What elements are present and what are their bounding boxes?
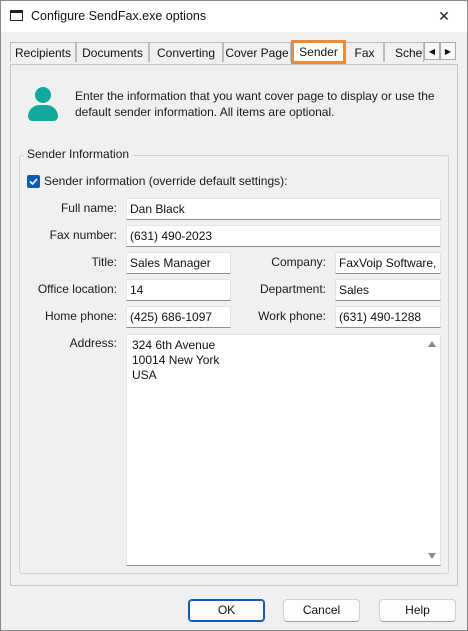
fax-number-label: Fax number: — [49, 228, 117, 242]
cancel-button[interactable]: Cancel — [283, 599, 360, 622]
title-field[interactable]: Sales Manager — [126, 252, 231, 274]
group-label: Sender Information — [24, 147, 133, 161]
close-button[interactable]: ✕ — [421, 1, 467, 32]
title-label: Title: — [91, 255, 117, 269]
tab-fax[interactable]: Fax — [346, 42, 384, 62]
address-label: Address: — [69, 336, 117, 350]
scroll-up-arrow-icon[interactable] — [428, 341, 436, 347]
address-scrollbar[interactable] — [424, 335, 440, 565]
checkmark-icon — [29, 178, 38, 186]
ok-button[interactable]: OK — [188, 599, 265, 622]
department-field[interactable]: Sales — [335, 279, 441, 301]
tab-documents[interactable]: Documents — [76, 42, 149, 62]
tab-schedule[interactable]: Sche — [384, 42, 424, 62]
department-label: Department: — [259, 282, 326, 296]
address-line: 324 6th Avenue — [132, 338, 216, 352]
office-location-field[interactable]: 14 — [126, 279, 231, 301]
window-title: Configure SendFax.exe options — [31, 9, 207, 23]
work-phone-field[interactable]: (631) 490-1288 — [335, 306, 441, 328]
tab-cover-page[interactable]: Cover Page — [223, 42, 291, 62]
options-dialog: Configure SendFax.exe options ✕ Recipien… — [0, 0, 468, 631]
override-checkbox-label: Sender information (override default set… — [44, 174, 288, 188]
override-checkbox[interactable] — [27, 175, 40, 188]
help-button[interactable]: Help — [379, 599, 456, 622]
home-phone-field[interactable]: (425) 686-1097 — [126, 306, 231, 328]
info-text: Enter the information that you want cove… — [75, 89, 435, 119]
tab-converting[interactable]: Converting — [149, 42, 223, 62]
work-phone-label: Work phone: — [258, 309, 326, 323]
tab-recipients[interactable]: Recipients — [10, 42, 76, 62]
address-line: USA — [132, 368, 157, 382]
company-field[interactable]: FaxVoip Software, L — [335, 252, 441, 274]
office-location-label: Office location: — [37, 282, 117, 296]
full-name-field[interactable]: Dan Black — [126, 198, 441, 220]
full-name-label: Full name: — [60, 201, 117, 215]
scroll-down-arrow-icon[interactable] — [428, 553, 436, 559]
title-bar: Configure SendFax.exe options ✕ — [1, 1, 467, 32]
window-icon — [10, 10, 23, 21]
tab-strip: Recipients Documents Converting Cover Pa… — [10, 40, 458, 64]
company-label: Company: — [271, 255, 326, 269]
tab-scroll-right-icon[interactable]: ▶ — [440, 42, 456, 60]
home-phone-label: Home phone: — [44, 309, 117, 323]
fax-number-field[interactable]: (631) 490-2023 — [126, 225, 441, 247]
address-line: 10014 New York — [132, 353, 220, 367]
tab-sender[interactable]: Sender — [291, 40, 346, 64]
address-lines: 324 6th Avenue 10014 New York USA — [132, 338, 219, 383]
address-textarea[interactable]: 324 6th Avenue 10014 New York USA — [126, 334, 441, 566]
tab-scroll-left-icon[interactable]: ◀ — [424, 42, 440, 60]
user-icon — [28, 87, 58, 121]
